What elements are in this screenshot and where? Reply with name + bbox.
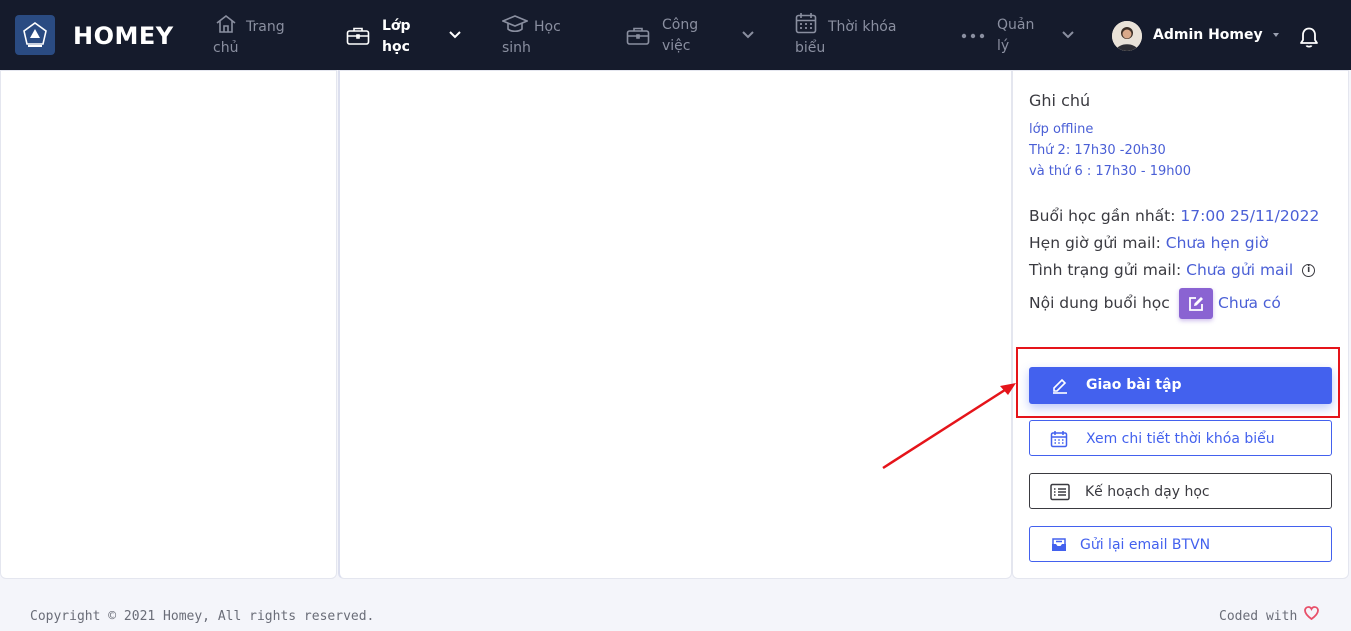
note-line-1: lớp offline bbox=[1029, 122, 1094, 137]
nav-timetable-label-1: Thời khóa bbox=[828, 19, 897, 35]
mail-status-label: Tình trạng gửi mail: bbox=[1029, 261, 1182, 279]
view-schedule-label: Xem chi tiết thời khóa biểu bbox=[1086, 431, 1275, 447]
briefcase-icon bbox=[626, 27, 650, 45]
mail-inbox-icon bbox=[1052, 538, 1066, 551]
nearest-session-value[interactable]: 17:00 25/11/2022 bbox=[1180, 207, 1319, 225]
calendar-icon bbox=[795, 13, 817, 34]
chevron-down-icon[interactable] bbox=[1061, 30, 1075, 40]
annotation-arrow-icon bbox=[882, 383, 1016, 470]
edit-icon bbox=[1189, 296, 1203, 311]
user-name[interactable]: Admin Homey bbox=[1153, 27, 1263, 43]
nav-timetable-label-2: biểu bbox=[795, 40, 826, 56]
view-schedule-button[interactable]: Xem chi tiết thời khóa biểu bbox=[1029, 420, 1332, 456]
nearest-session-label: Buổi học gần nhất: bbox=[1029, 207, 1176, 225]
bell-icon[interactable] bbox=[1296, 24, 1322, 50]
mail-status-value[interactable]: Chưa gửi mail bbox=[1186, 261, 1293, 279]
center-panel bbox=[338, 70, 1012, 579]
calendar-icon bbox=[1050, 431, 1068, 448]
list-icon bbox=[1050, 483, 1070, 501]
home-icon bbox=[216, 14, 236, 33]
nav-tasks-label-1: Công bbox=[662, 17, 699, 33]
logo-mark-icon bbox=[23, 22, 47, 47]
nav-tasks-label-2: việc bbox=[662, 38, 691, 54]
briefcase-icon bbox=[346, 27, 370, 45]
resend-email-label: Gửi lại email BTVN bbox=[1080, 537, 1211, 553]
note-title: Ghi chú bbox=[1029, 91, 1091, 110]
mail-status-row: Tình trạng gửi mail: Chưa gửi mail i bbox=[1029, 261, 1316, 279]
copyright-text: Copyright © 2021 Homey, All rights reser… bbox=[30, 609, 375, 624]
more-dots-icon bbox=[961, 33, 985, 39]
teaching-plan-button[interactable]: Kế hoạch dạy học bbox=[1029, 473, 1332, 509]
nav-management-label-2: lý bbox=[997, 38, 1010, 54]
note-line-2: Thứ 2: 17h30 -20h30 bbox=[1029, 143, 1166, 158]
homey-logo[interactable] bbox=[15, 15, 55, 55]
top-navbar: HOMEY Trang chủ Lớp học Học sinh Công vi… bbox=[0, 0, 1351, 70]
highlight-box bbox=[1016, 347, 1340, 418]
graduation-cap-icon bbox=[502, 15, 528, 33]
brand-name[interactable]: HOMEY bbox=[73, 22, 174, 50]
left-panel bbox=[0, 70, 337, 579]
session-content-row: Nội dung buổi học bbox=[1029, 294, 1170, 312]
nav-management-label-1: Quản bbox=[997, 17, 1035, 33]
nav-students-label-2: sinh bbox=[502, 40, 531, 56]
nearest-session-row: Buổi học gần nhất: 17:00 25/11/2022 bbox=[1029, 207, 1319, 225]
nav-classes-label-2: học bbox=[382, 39, 410, 55]
note-line-3: và thứ 6 : 17h30 - 19h00 bbox=[1029, 164, 1192, 179]
schedule-mail-value[interactable]: Chưa hẹn giờ bbox=[1166, 234, 1269, 252]
nav-home-label-2: chủ bbox=[213, 40, 239, 56]
avatar[interactable] bbox=[1112, 21, 1142, 51]
info-icon[interactable]: i bbox=[1302, 264, 1316, 277]
user-avatar-icon bbox=[1112, 21, 1142, 51]
edit-session-content-button[interactable] bbox=[1179, 288, 1213, 319]
caret-down-icon[interactable] bbox=[1273, 33, 1279, 37]
nav-home-label-1: Trang bbox=[246, 19, 285, 35]
schedule-mail-label: Hẹn giờ gửi mail: bbox=[1029, 234, 1161, 252]
teaching-plan-label: Kế hoạch dạy học bbox=[1085, 484, 1210, 500]
schedule-mail-row: Hẹn giờ gửi mail: Chưa hẹn giờ bbox=[1029, 234, 1268, 252]
nav-students-label-1: Học bbox=[534, 19, 561, 35]
chevron-down-icon[interactable] bbox=[741, 30, 755, 40]
session-content-value[interactable]: Chưa có bbox=[1218, 294, 1281, 312]
coded-with-text: Coded with bbox=[1219, 609, 1298, 624]
session-content-label: Nội dung buổi học bbox=[1029, 294, 1170, 312]
resend-email-button[interactable]: Gửi lại email BTVN bbox=[1029, 526, 1332, 562]
chevron-down-icon[interactable] bbox=[448, 30, 462, 40]
heart-icon bbox=[1304, 606, 1319, 620]
nav-classes-label-1: Lớp bbox=[382, 18, 411, 34]
